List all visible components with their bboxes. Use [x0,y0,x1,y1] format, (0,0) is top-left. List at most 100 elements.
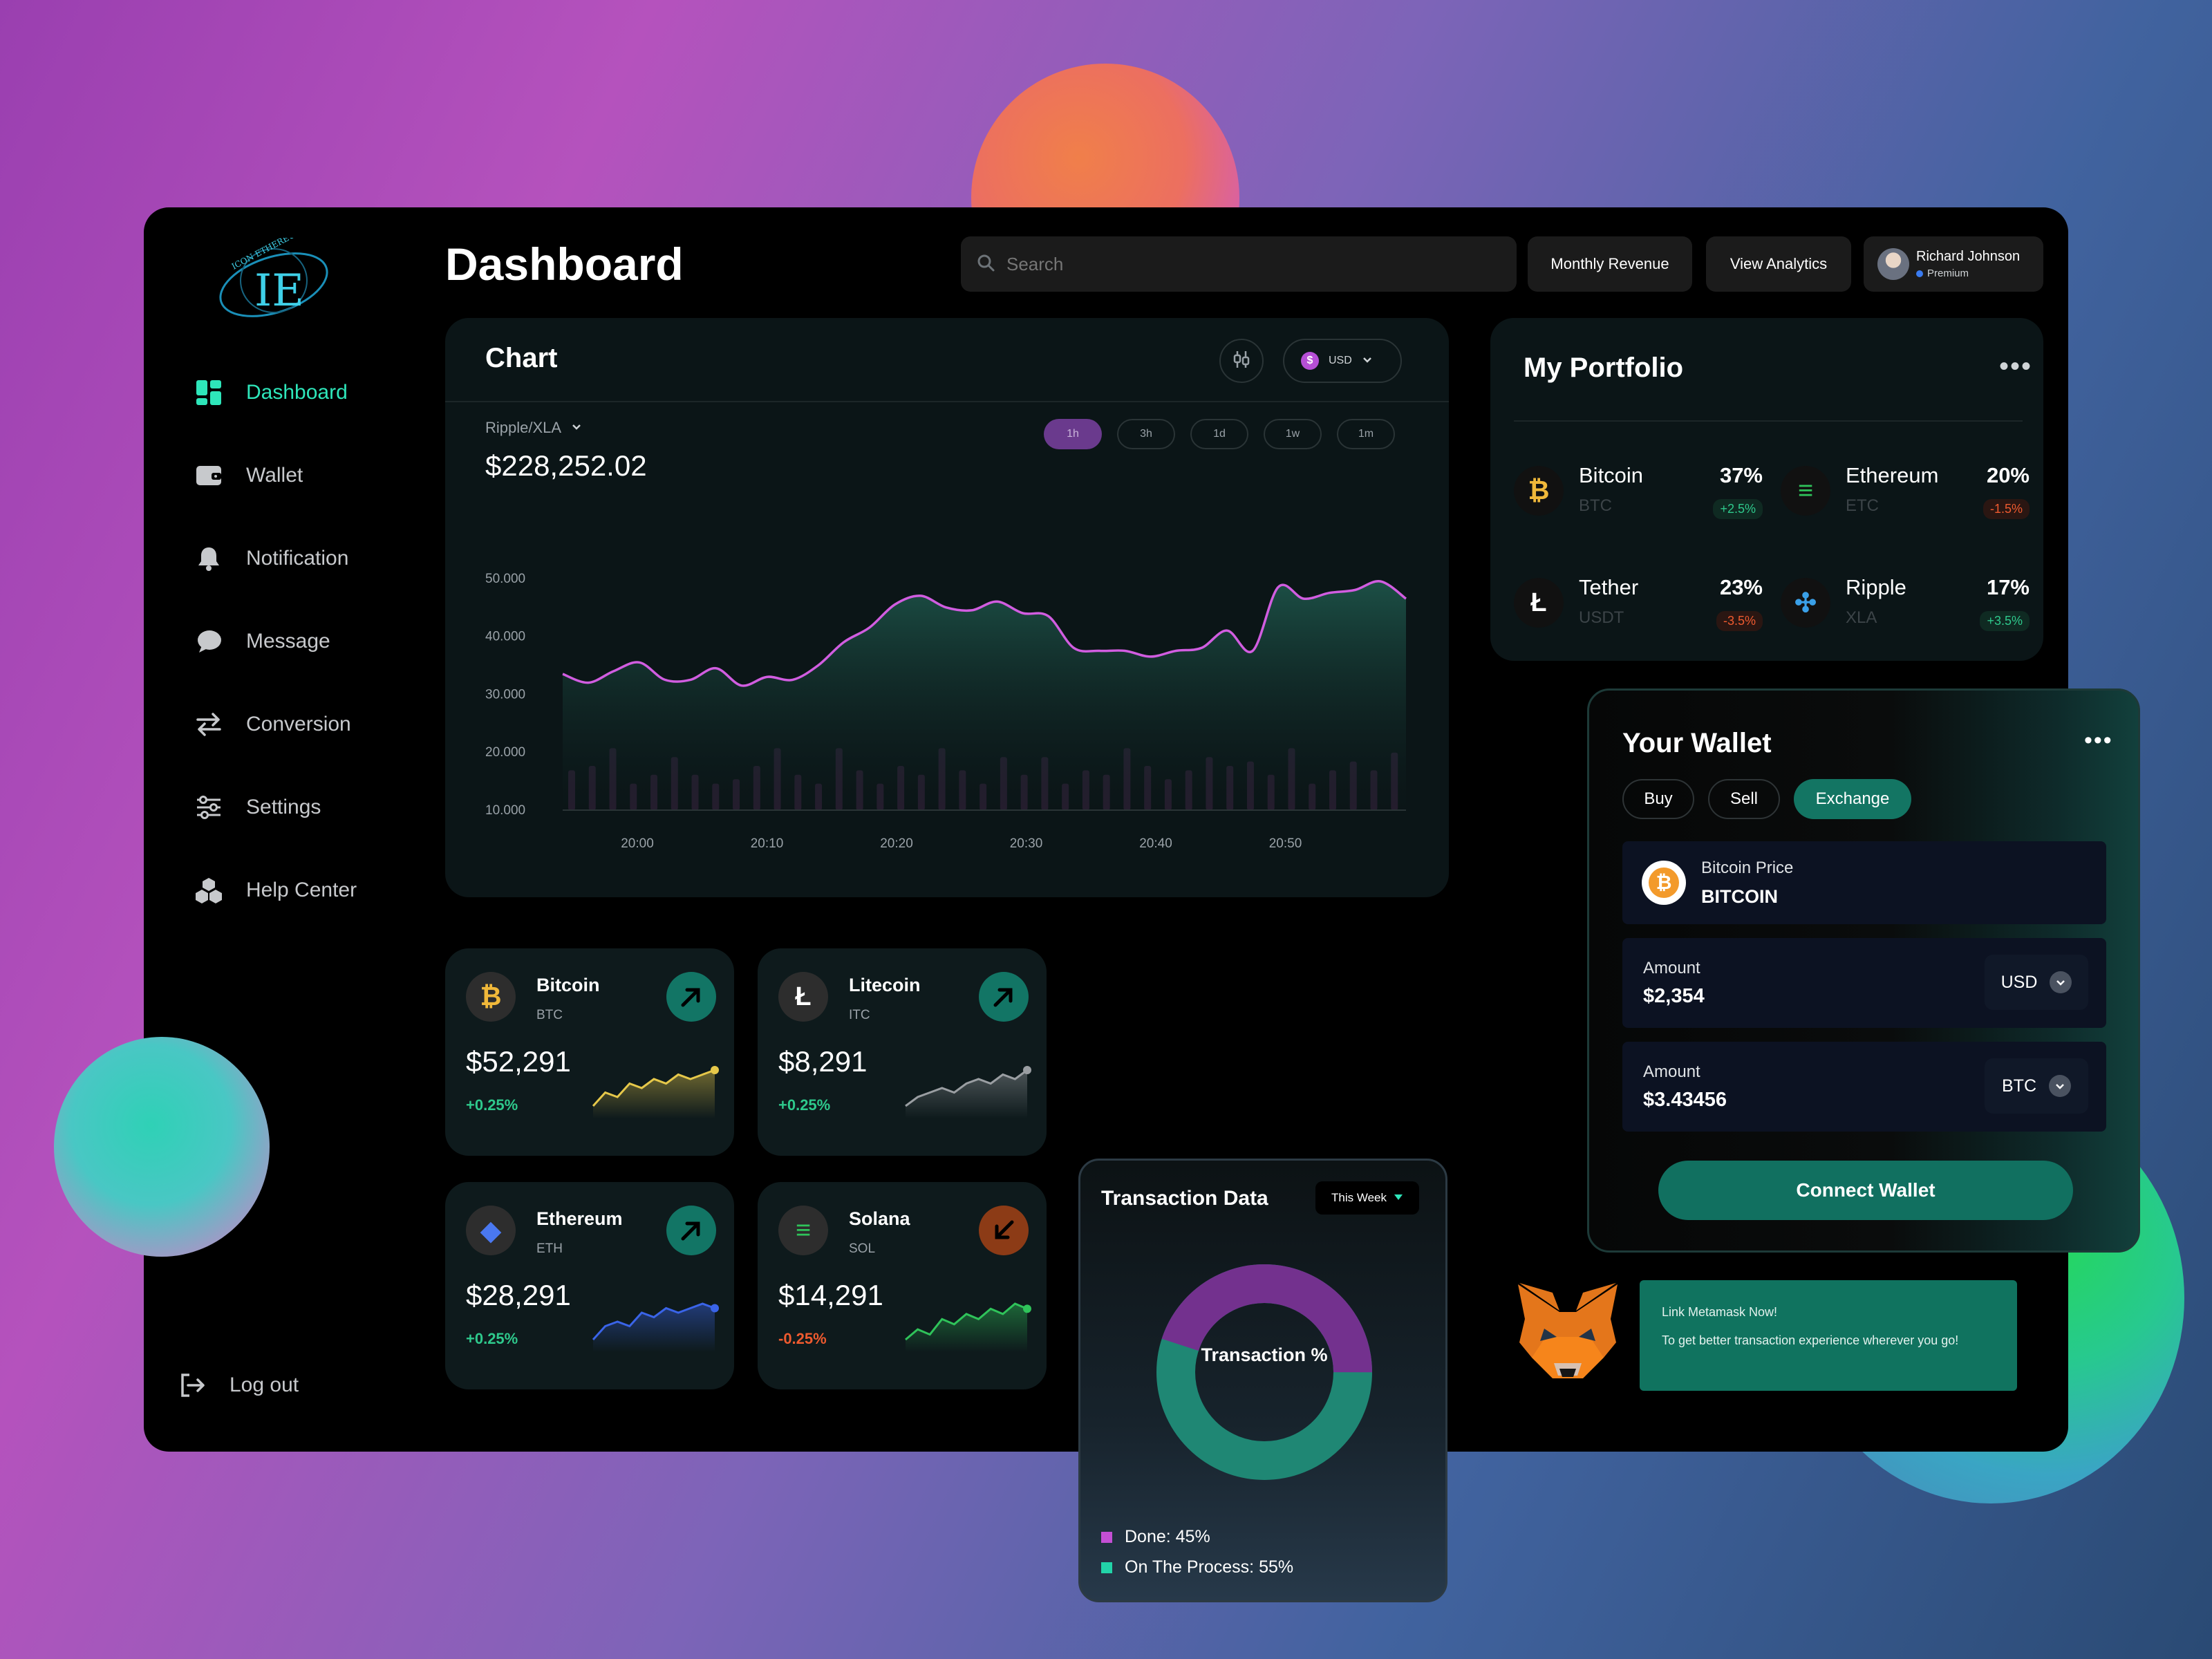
legend-done: Done: 45% [1101,1527,1210,1547]
coin-symbol: BTC [536,1008,563,1022]
tab-buy[interactable]: Buy [1622,779,1694,819]
pair-label: Ripple/XLA [485,419,562,436]
portfolio-item-ethereum[interactable]: ≡ Ethereum ETC 20% -1.5% [1781,456,2030,532]
amount-usd-field[interactable]: Amount $2,354 USD [1622,938,2106,1028]
wallet-tabs: Buy Sell Exchange [1622,779,1911,819]
view-analytics-button[interactable]: View Analytics [1706,236,1851,292]
period-select[interactable]: This Week [1315,1181,1419,1215]
coin-change: -0.25% [778,1330,827,1347]
range-tab-3h[interactable]: 3h [1117,419,1175,449]
chart-card: Chart $ USD Ripple/XLA $228,252.02 1h 3h… [445,318,1449,897]
arrow-up-right-icon[interactable] [666,1206,716,1255]
y-tick-label: 30.000 [485,687,525,702]
portfolio-card: My Portfolio ••• ₿ Bitcoin BTC 37% +2.5%… [1490,318,2043,661]
sidebar-item-label: Wallet [246,464,303,487]
amount-btc-field[interactable]: Amount $3.43456 BTC [1622,1042,2106,1132]
portfolio-coin-name: Ethereum [1846,463,1939,487]
sidebar-item-message[interactable]: Message [194,621,330,662]
portfolio-item-bitcoin[interactable]: ₿ Bitcoin BTC 37% +2.5% [1514,456,1763,532]
sidebar-item-dashboard[interactable]: Dashboard [194,372,348,413]
portfolio-change-badge: -1.5% [1983,499,2030,519]
sidebar-item-label: Settings [246,796,321,818]
coin-sparkline [905,1302,1031,1352]
x-tick-label: 20:20 [880,836,913,851]
connect-wallet-button[interactable]: Connect Wallet [1658,1161,2073,1220]
currency-dropdown-usd[interactable]: USD [1985,955,2088,1010]
coin-price: $8,291 [778,1045,868,1078]
tab-exchange[interactable]: Exchange [1794,779,1911,819]
coin-price: $14,291 [778,1279,883,1311]
bell-icon [194,543,224,574]
portfolio-coin-name: Tether [1579,575,1639,599]
x-tick-label: 20:40 [1139,836,1172,851]
y-tick-label: 40.000 [485,630,525,644]
coin-change: +0.25% [466,1330,518,1347]
search-bar[interactable] [961,236,1517,292]
dollar-coin-icon: $ [1301,352,1319,370]
search-icon [976,253,995,276]
sidebar-item-label: Help Center [246,879,357,901]
logout-button[interactable]: Log out [177,1365,299,1406]
portfolio-share: 23% [1719,575,1763,599]
chart-filter-button[interactable] [1219,339,1264,383]
portfolio-item-tether[interactable]: Ł Tether USDT 23% -3.5% [1514,568,1763,644]
transaction-donut-chart [1156,1264,1372,1480]
currency-code: USD [2000,972,2038,992]
monthly-revenue-button[interactable]: Monthly Revenue [1528,236,1692,292]
sidebar-item-label: Dashboard [246,381,348,404]
wallet-card: Your Wallet ••• Buy Sell Exchange ₿ Bitc… [1587,688,2140,1253]
portfolio-divider [1514,420,2023,422]
page-title: Dashboard [445,238,684,290]
portfolio-change-badge: +2.5% [1713,499,1763,519]
coin-card-bitcoin[interactable]: ₿ Bitcoin BTC $52,291 +0.25% [445,948,734,1156]
pair-select[interactable]: Ripple/XLA [485,419,582,437]
portfolio-coin-symbol: BTC [1579,496,1612,515]
coin-card-solana[interactable]: ≡ Solana SOL $14,291 -0.25% [758,1182,1047,1389]
sidebar-item-conversion[interactable]: Conversion [194,704,351,745]
coin-symbol: ETH [536,1241,563,1256]
metamask-banner[interactable]: Link Metamask Now! To get better transac… [1640,1280,2017,1391]
currency-dropdown-btc[interactable]: BTC [1985,1058,2088,1114]
wallet-more-icon[interactable]: ••• [2084,729,2113,752]
currency-select[interactable]: $ USD [1283,339,1402,383]
coin-name: Ethereum [536,1208,623,1229]
solana-icon: ≡ [778,1206,828,1255]
range-tab-1w[interactable]: 1w [1264,419,1322,449]
avatar [1877,248,1909,280]
user-profile[interactable]: Richard Johnson Premium [1864,236,2043,292]
arrow-up-right-icon[interactable] [666,972,716,1022]
chevron-down-icon [2050,971,2072,993]
sidebar-item-label: Notification [246,547,349,570]
range-tab-1h[interactable]: 1h [1044,419,1102,449]
sidebar-item-label: Conversion [246,713,351,735]
sidebar-item-wallet[interactable]: Wallet [194,455,303,496]
more-options-icon[interactable]: ••• [1999,353,2032,380]
range-tab-1m[interactable]: 1m [1337,419,1395,449]
coin-card-litecoin[interactable]: Ł Litecoin ITC $8,291 +0.25% [758,948,1047,1156]
logout-icon [177,1370,207,1400]
tab-sell[interactable]: Sell [1708,779,1780,819]
x-tick-label: 20:50 [1269,836,1302,851]
coin-card-ethereum[interactable]: ◆ Ethereum ETH $28,291 +0.25% [445,1182,734,1389]
bitcoin-icon: ₿ [466,972,516,1022]
chart-area-fill [563,581,1406,810]
bitcoin-icon: ₿ [1514,466,1564,516]
arrow-down-left-icon[interactable] [979,1206,1029,1255]
sidebar-item-help-center[interactable]: Help Center [194,870,357,911]
sliders-icon [194,792,224,823]
coin-price: $28,291 [466,1279,571,1311]
portfolio-item-ripple[interactable]: ✣ Ripple XLA 17% +3.5% [1781,568,2030,644]
period-value: This Week [1331,1191,1387,1204]
sidebar-item-label: Message [246,630,330,653]
range-tab-1d[interactable]: 1d [1190,419,1248,449]
coin-change: +0.25% [466,1096,518,1114]
arrow-up-right-icon[interactable] [979,972,1029,1022]
sidebar-item-settings[interactable]: Settings [194,787,321,828]
sidebar-item-notification[interactable]: Notification [194,538,348,579]
pair-price: $228,252.02 [485,449,647,482]
ethereum-bars-icon: ≡ [1781,466,1830,516]
coin-symbol: ITC [849,1008,870,1022]
chart-divider [445,401,1449,402]
y-tick-label: 20.000 [485,745,525,760]
search-input[interactable] [1006,253,1490,275]
